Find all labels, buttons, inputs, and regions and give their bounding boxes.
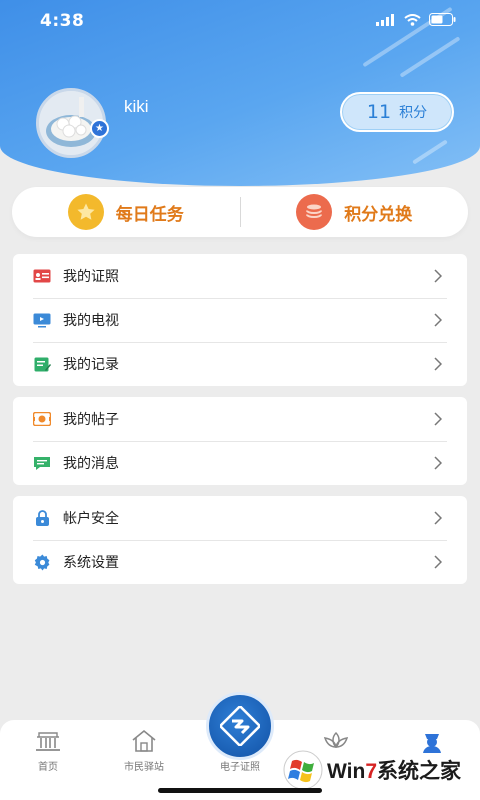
points-button[interactable]: 11 积分	[340, 92, 454, 132]
points-exchange-label: 积分兑换	[344, 204, 413, 225]
e-certificate-button[interactable]	[206, 692, 274, 760]
decor-streak	[412, 139, 448, 165]
tv-icon	[33, 312, 51, 328]
daily-tasks-button[interactable]: 每日任务	[12, 187, 240, 237]
tab-citizen-station[interactable]: 市民驿站	[96, 720, 192, 780]
menu-item-my-licenses[interactable]: 我的证照	[13, 254, 467, 298]
chevron-right-icon	[431, 357, 445, 371]
watermark: Win7系统之家	[283, 748, 473, 792]
tab-label: 首页	[38, 762, 58, 773]
lock-icon	[33, 510, 51, 526]
menu-item-label: 帐户安全	[63, 511, 119, 527]
vip-badge-icon: ★	[90, 119, 109, 138]
points-exchange-button[interactable]: 积分兑换	[241, 187, 469, 237]
gear-icon	[33, 554, 51, 570]
home-indicator	[158, 788, 322, 793]
watermark-brand-suffix: 系统之家	[377, 760, 461, 783]
tab-label: 市民驿站	[124, 762, 164, 773]
chevron-right-icon	[431, 412, 445, 426]
watermark-brand: Win7系统之家	[327, 755, 461, 785]
menu-item-label: 我的消息	[63, 456, 119, 472]
wifi-icon	[404, 13, 421, 26]
building-icon	[36, 732, 60, 751]
watermark-brand-digit: 7	[365, 760, 377, 783]
menu-item-label: 我的记录	[63, 357, 119, 373]
signal-icon	[376, 13, 394, 26]
chevron-right-icon	[431, 313, 445, 327]
username: kiki	[124, 97, 149, 116]
tab-home[interactable]: 首页	[0, 720, 96, 780]
watermark-brand-prefix: Win	[327, 760, 366, 783]
menu-card-settings: 帐户安全 系统设置	[13, 496, 467, 584]
coin-stack-icon	[296, 194, 333, 230]
menu-item-label: 我的证照	[63, 269, 119, 285]
message-icon	[33, 455, 51, 471]
menu-card-social: 我的帖子 我的消息	[13, 397, 467, 485]
chevron-right-icon	[431, 511, 445, 525]
menu-item-my-posts[interactable]: 我的帖子	[13, 397, 467, 441]
quick-actions-bar: 每日任务 积分兑换	[12, 187, 468, 237]
star-icon	[67, 194, 104, 230]
chevron-right-icon	[431, 456, 445, 470]
menu-item-label: 我的电视	[63, 313, 119, 329]
menu-item-system-settings[interactable]: 系统设置	[13, 540, 467, 584]
menu-item-account-security[interactable]: 帐户安全	[13, 496, 467, 540]
certificate-logo-icon	[220, 706, 260, 746]
post-icon	[33, 411, 51, 427]
status-bar: 4:38	[0, 0, 480, 44]
daily-tasks-label: 每日任务	[115, 204, 184, 225]
chevron-right-icon	[431, 555, 445, 569]
chevron-right-icon	[431, 269, 445, 283]
menu-item-label: 系统设置	[63, 555, 119, 571]
windows-logo-icon	[283, 750, 323, 790]
tab-label: 电子证照	[220, 762, 260, 773]
menu-card-records: 我的证照 我的电视 我的记录	[13, 254, 467, 386]
menu-item-my-records[interactable]: 我的记录	[13, 342, 467, 386]
points-label: 积分	[399, 105, 428, 121]
status-time: 4:38	[40, 11, 85, 31]
menu-item-my-tv[interactable]: 我的电视	[13, 298, 467, 342]
house-icon	[132, 729, 156, 752]
menu-item-label: 我的帖子	[63, 412, 119, 428]
points-value: 11	[366, 101, 392, 123]
menu-item-my-messages[interactable]: 我的消息	[13, 441, 467, 485]
notebook-icon	[33, 356, 51, 372]
id-card-icon	[33, 268, 51, 284]
battery-icon	[429, 13, 456, 26]
